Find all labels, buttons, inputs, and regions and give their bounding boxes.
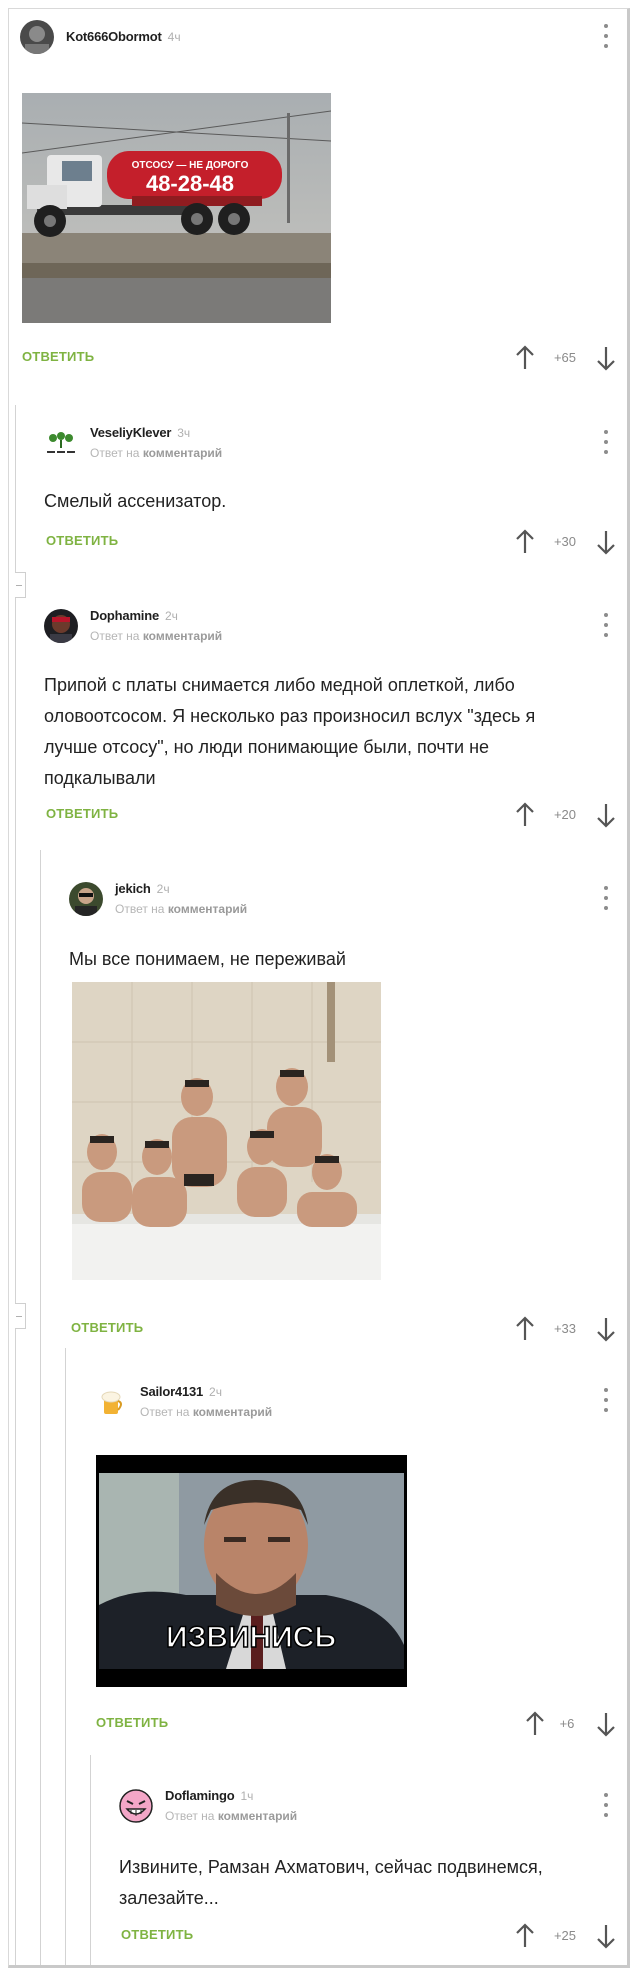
comment-image[interactable] — [72, 982, 381, 1280]
downvote-arrow-icon[interactable] — [595, 1923, 617, 1949]
reply-button[interactable]: ОТВЕТИТЬ — [22, 349, 94, 364]
thread-branch-line — [90, 1755, 91, 1965]
comment-time: 2ч — [209, 1385, 222, 1399]
more-options-icon[interactable] — [603, 1793, 609, 1817]
reply-to-link[interactable]: Ответ на комментарий — [90, 446, 222, 460]
downvote-arrow-icon[interactable] — [595, 1316, 617, 1342]
avatar-gray-icon — [20, 20, 54, 54]
comment-image[interactable]: ИЗВИНИСЬ — [96, 1455, 407, 1687]
more-options-icon[interactable] — [603, 613, 609, 637]
more-options-icon[interactable] — [603, 1388, 609, 1412]
avatar[interactable] — [94, 1384, 128, 1419]
avatar[interactable] — [119, 1788, 153, 1823]
comment-rating: +25 — [553, 1928, 577, 1943]
pink-grin-avatar-icon — [119, 1788, 153, 1823]
downvote-arrow-icon[interactable] — [595, 1711, 617, 1737]
tanker-truck-photo: ОТСОСУ — НЕ ДОРОГО 48-28-48 — [22, 93, 331, 323]
avatar[interactable] — [69, 881, 103, 916]
bathtub-photo — [72, 982, 381, 1280]
reply-button[interactable]: ОТВЕТИТЬ — [46, 533, 118, 548]
meme-caption: ИЗВИНИСЬ — [166, 1621, 336, 1654]
reply-to-link[interactable]: Ответ на комментарий — [90, 629, 222, 643]
avatar[interactable] — [20, 20, 54, 54]
comment-time: 1ч — [240, 1789, 254, 1803]
downvote-arrow-icon[interactable] — [595, 345, 617, 371]
thread-branch-line — [65, 1348, 66, 1965]
collapse-thread-button[interactable] — [15, 1303, 26, 1329]
username[interactable]: jekich — [115, 881, 151, 896]
dark-portrait-avatar-icon — [44, 608, 78, 643]
comment-text: Извините, Рамзан Ахматович, сейчас подви… — [119, 1857, 543, 1908]
avatar[interactable] — [44, 608, 78, 643]
username[interactable]: Kot666Obormot — [66, 29, 162, 44]
comment-rating: +6 — [559, 1716, 575, 1731]
clover-avatar-icon — [44, 425, 78, 460]
username[interactable]: Sailor4131 — [140, 1384, 203, 1399]
comment-text: Мы все понимаем, не переживай — [69, 949, 346, 969]
upvote-arrow-icon[interactable] — [514, 1316, 536, 1342]
thread-branch-line — [15, 405, 16, 1965]
downvote-arrow-icon[interactable] — [595, 529, 617, 555]
comment-text: Смелый ассенизатор. — [44, 491, 227, 511]
upvote-arrow-icon[interactable] — [514, 345, 536, 371]
truck-slogan: ОТСОСУ — НЕ ДОРОГО — [132, 160, 249, 171]
comment-rating: +20 — [553, 807, 577, 822]
username[interactable]: VeseliyKlever — [90, 425, 171, 440]
beer-avatar-icon — [94, 1384, 128, 1419]
reply-button[interactable]: ОТВЕТИТЬ — [46, 806, 118, 821]
collapse-thread-button[interactable] — [15, 572, 26, 598]
comment-text: Припой с платы снимается либо медной опл… — [44, 675, 536, 788]
upvote-arrow-icon[interactable] — [514, 802, 536, 828]
comment-image[interactable]: ОТСОСУ — НЕ ДОРОГО 48-28-48 — [22, 93, 331, 323]
reply-to-link[interactable]: Ответ на комментарий — [115, 902, 247, 916]
reply-button[interactable]: ОТВЕТИТЬ — [96, 1715, 168, 1730]
reply-button[interactable]: ОТВЕТИТЬ — [121, 1927, 193, 1942]
thread-branch-line — [40, 850, 41, 1965]
username[interactable]: Dophamine — [90, 608, 159, 623]
truck-phone-number: 48-28-48 — [146, 171, 234, 196]
comment-time: 3ч — [177, 426, 191, 440]
reply-to-link[interactable]: Ответ на комментарий — [165, 1809, 297, 1823]
more-options-icon[interactable] — [603, 886, 609, 910]
comment-rating: +65 — [553, 350, 577, 365]
person-avatar-icon — [69, 881, 103, 916]
more-options-icon[interactable] — [603, 430, 609, 454]
upvote-arrow-icon[interactable] — [514, 529, 536, 555]
meme-photo: ИЗВИНИСЬ — [96, 1455, 407, 1687]
comment-time: 4ч — [167, 30, 181, 44]
avatar[interactable] — [44, 425, 78, 460]
upvote-arrow-icon[interactable] — [524, 1711, 546, 1737]
comment-rating: +30 — [553, 534, 577, 549]
more-options-icon[interactable] — [603, 24, 609, 48]
comment-rating: +33 — [553, 1321, 577, 1336]
upvote-arrow-icon[interactable] — [514, 1923, 536, 1949]
reply-to-link[interactable]: Ответ на комментарий — [140, 1405, 272, 1419]
downvote-arrow-icon[interactable] — [595, 802, 617, 828]
comment-time: 2ч — [156, 882, 170, 896]
username[interactable]: Doflamingo — [165, 1788, 235, 1803]
reply-button[interactable]: ОТВЕТИТЬ — [71, 1320, 143, 1335]
comment-time: 2ч — [164, 609, 178, 623]
